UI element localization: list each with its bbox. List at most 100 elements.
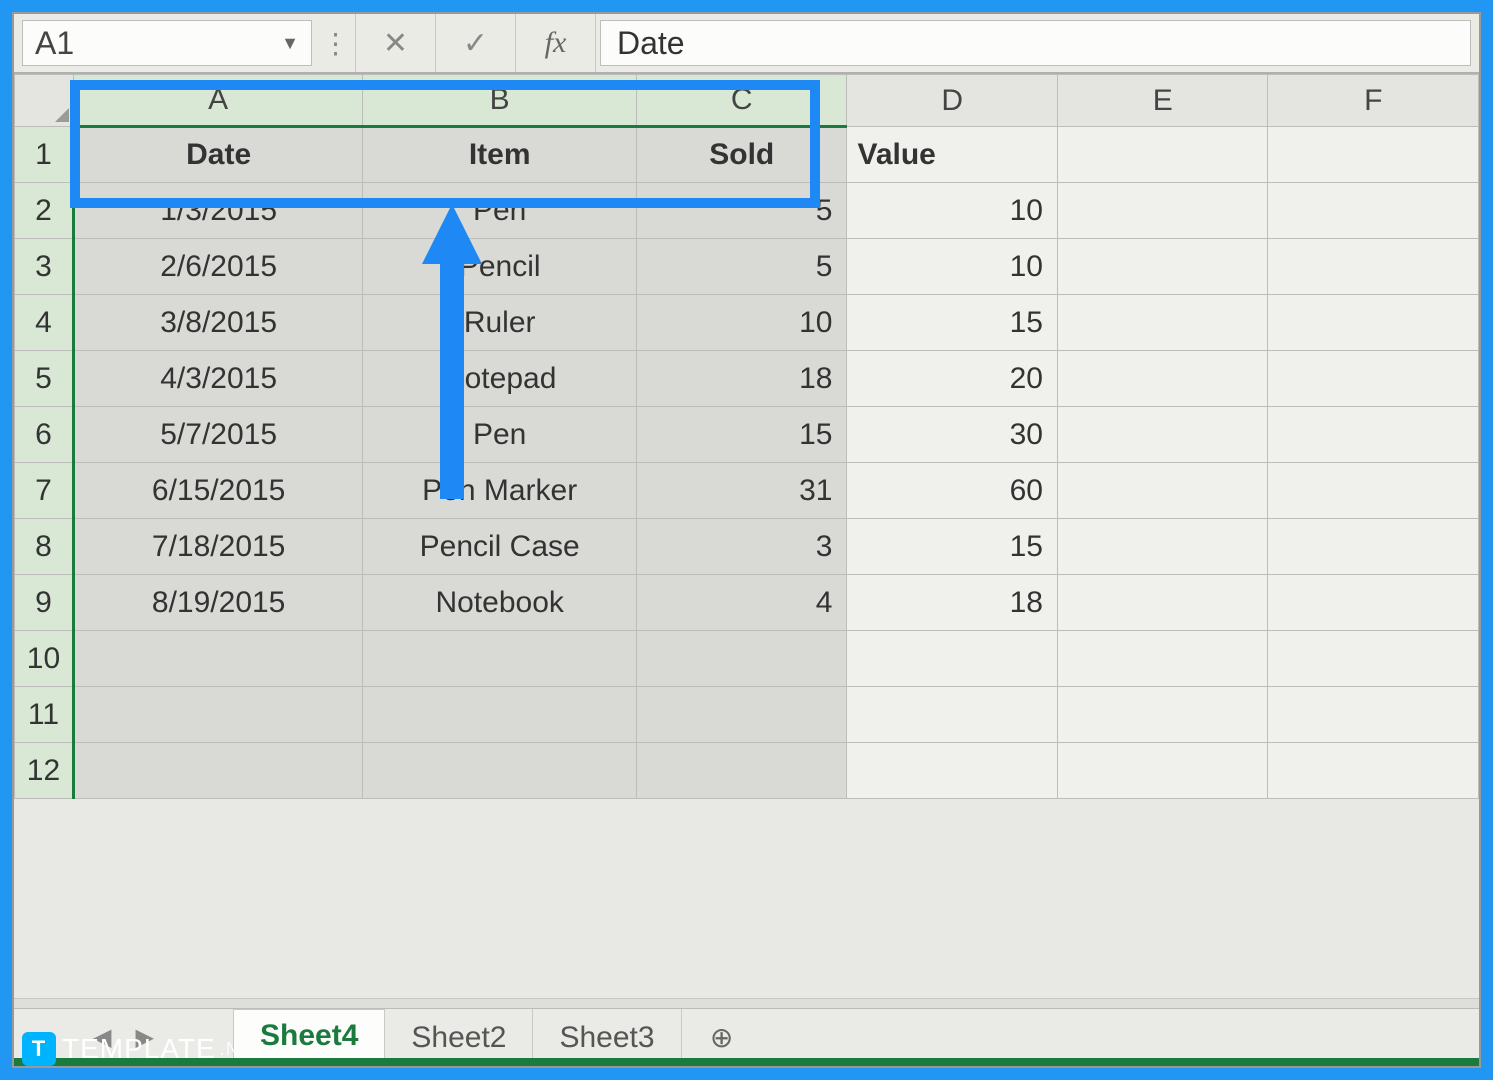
column-header-d[interactable]: D [847,75,1057,127]
cell-F5[interactable] [1268,351,1479,407]
cell-E4[interactable] [1057,295,1267,351]
row-header[interactable]: 2 [15,183,74,239]
cell-A7[interactable]: 6/15/2015 [73,463,362,519]
column-header-c[interactable]: C [637,75,847,127]
row-header[interactable]: 9 [15,575,74,631]
name-box[interactable]: A1 ▼ [22,20,312,66]
cell-C1[interactable]: Sold [637,127,847,183]
cell-B8[interactable]: Pencil Case [363,519,637,575]
horizontal-scroll-track[interactable] [14,998,1479,1008]
row-header[interactable]: 4 [15,295,74,351]
cell-C11[interactable] [637,687,847,743]
cell-E8[interactable] [1057,519,1267,575]
column-header-b[interactable]: B [363,75,637,127]
cell-F2[interactable] [1268,183,1479,239]
row-header[interactable]: 8 [15,519,74,575]
row-header[interactable]: 12 [15,743,74,799]
cell-E10[interactable] [1057,631,1267,687]
cell-B10[interactable] [363,631,637,687]
cell-D6[interactable]: 30 [847,407,1057,463]
cell-B6[interactable]: Pen [363,407,637,463]
cell-F8[interactable] [1268,519,1479,575]
cell-F4[interactable] [1268,295,1479,351]
cell-F1[interactable] [1268,127,1479,183]
cell-B9[interactable]: Notebook [363,575,637,631]
cell-D2[interactable]: 10 [847,183,1057,239]
cell-A9[interactable]: 8/19/2015 [73,575,362,631]
spreadsheet-grid[interactable]: ABCDEF 1DateItemSoldValue21/3/2015Pen510… [14,74,1479,799]
cell-A2[interactable]: 1/3/2015 [73,183,362,239]
cell-A8[interactable]: 7/18/2015 [73,519,362,575]
cell-D8[interactable]: 15 [847,519,1057,575]
select-all-corner[interactable] [15,75,74,127]
cell-F6[interactable] [1268,407,1479,463]
cell-C6[interactable]: 15 [637,407,847,463]
cell-D5[interactable]: 20 [847,351,1057,407]
confirm-formula-icon[interactable]: ✓ [436,14,516,72]
cell-F10[interactable] [1268,631,1479,687]
cell-C5[interactable]: 18 [637,351,847,407]
cell-A11[interactable] [73,687,362,743]
cell-A6[interactable]: 5/7/2015 [73,407,362,463]
cell-D1[interactable]: Value [847,127,1057,183]
cell-A12[interactable] [73,743,362,799]
column-header-a[interactable]: A [73,75,362,127]
cell-D3[interactable]: 10 [847,239,1057,295]
cell-E1[interactable] [1057,127,1267,183]
cell-D10[interactable] [847,631,1057,687]
cell-B11[interactable] [363,687,637,743]
cell-C3[interactable]: 5 [637,239,847,295]
row-header[interactable]: 10 [15,631,74,687]
row-header[interactable]: 7 [15,463,74,519]
row-header[interactable]: 5 [15,351,74,407]
cell-C4[interactable]: 10 [637,295,847,351]
row-header[interactable]: 11 [15,687,74,743]
cell-C7[interactable]: 31 [637,463,847,519]
formula-input[interactable]: Date [600,20,1471,66]
cell-A10[interactable] [73,631,362,687]
cell-F3[interactable] [1268,239,1479,295]
column-header-f[interactable]: F [1268,75,1479,127]
cell-A1[interactable]: Date [73,127,362,183]
cancel-formula-icon[interactable]: ✕ [356,14,436,72]
cell-F12[interactable] [1268,743,1479,799]
cell-E2[interactable] [1057,183,1267,239]
cell-B1[interactable]: Item [363,127,637,183]
row-header[interactable]: 6 [15,407,74,463]
cell-D7[interactable]: 60 [847,463,1057,519]
cell-D9[interactable]: 18 [847,575,1057,631]
insert-function-icon[interactable]: fx [516,14,596,72]
cell-E5[interactable] [1057,351,1267,407]
cell-D4[interactable]: 15 [847,295,1057,351]
cell-E7[interactable] [1057,463,1267,519]
cell-C2[interactable]: 5 [637,183,847,239]
name-box-dropdown-icon[interactable]: ▼ [281,33,299,54]
row-header[interactable]: 3 [15,239,74,295]
cell-B5[interactable]: Notepad [363,351,637,407]
cell-D12[interactable] [847,743,1057,799]
cell-A5[interactable]: 4/3/2015 [73,351,362,407]
cell-B4[interactable]: Ruler [363,295,637,351]
cell-A4[interactable]: 3/8/2015 [73,295,362,351]
column-header-e[interactable]: E [1057,75,1267,127]
cell-E11[interactable] [1057,687,1267,743]
cell-C10[interactable] [637,631,847,687]
cell-B2[interactable]: Pen [363,183,637,239]
cell-C12[interactable] [637,743,847,799]
cell-C8[interactable]: 3 [637,519,847,575]
cell-B12[interactable] [363,743,637,799]
cell-E12[interactable] [1057,743,1267,799]
cell-B3[interactable]: Pencil [363,239,637,295]
cell-D11[interactable] [847,687,1057,743]
cell-F11[interactable] [1268,687,1479,743]
cell-C9[interactable]: 4 [637,575,847,631]
cell-E3[interactable] [1057,239,1267,295]
formula-bar-more-icon[interactable]: ⋮ [316,14,356,72]
cell-E6[interactable] [1057,407,1267,463]
cell-E9[interactable] [1057,575,1267,631]
cell-F7[interactable] [1268,463,1479,519]
cell-F9[interactable] [1268,575,1479,631]
cell-B7[interactable]: Pen Marker [363,463,637,519]
row-header[interactable]: 1 [15,127,74,183]
cell-A3[interactable]: 2/6/2015 [73,239,362,295]
